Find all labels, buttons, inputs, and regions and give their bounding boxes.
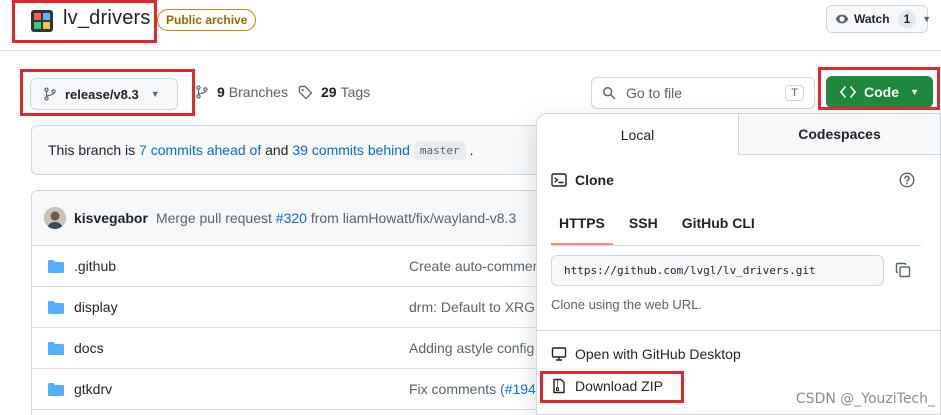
- file-name[interactable]: docs: [74, 340, 104, 356]
- header-divider: [0, 50, 941, 51]
- watch-label: Watch: [854, 12, 890, 26]
- clone-title-text: Clone: [575, 172, 614, 188]
- folder-icon: [48, 341, 64, 355]
- branches-label: Branches: [228, 84, 288, 100]
- commit-author[interactable]: kisvegabor: [74, 210, 148, 226]
- branches-link[interactable]: 9 Branches: [195, 84, 288, 100]
- file-commit-message[interactable]: Adding astyle config: [409, 340, 534, 356]
- protocol-divider: [551, 245, 921, 246]
- file-table: kisvegabor Merge pull request #320 from …: [31, 190, 546, 415]
- table-row[interactable]: display drm: Default to XRGB: [32, 287, 545, 328]
- repo-name[interactable]: lv_drivers: [63, 7, 151, 30]
- file-name[interactable]: gtkdrv: [74, 381, 112, 397]
- commits-behind-link[interactable]: 39 commits behind: [292, 142, 410, 158]
- table-row[interactable]: gtkdrv Fix comments (#194): [32, 369, 545, 410]
- clone-url-field[interactable]: https://github.com/lvgl/lv_drivers.git: [551, 255, 884, 286]
- code-label: Code: [864, 84, 899, 100]
- code-dropdown-panel: Local Codespaces Clone HTTPS SSH GitHub …: [536, 113, 941, 415]
- branch-status-bar: This branch is 7 commits ahead of and 39…: [31, 125, 541, 175]
- tab-codespaces[interactable]: Codespaces: [739, 114, 940, 154]
- commit-message[interactable]: Merge pull request #320 from liamHowatt/…: [156, 210, 516, 226]
- file-name[interactable]: .github: [74, 258, 116, 274]
- go-to-file-input[interactable]: Go to file T: [591, 77, 815, 109]
- tags-link[interactable]: 29 Tags: [298, 84, 370, 100]
- clone-hint: Clone using the web URL.: [551, 297, 703, 312]
- commit-message-prefix: Merge pull request: [155, 210, 272, 226]
- branch-selector-button[interactable]: release/v8.3 ▼: [30, 78, 178, 110]
- chevron-down-icon: ▼: [150, 89, 160, 99]
- open-github-desktop-item[interactable]: Open with GitHub Desktop: [551, 346, 741, 362]
- chevron-down-icon: ▼: [922, 14, 932, 24]
- tab-github-cli[interactable]: GitHub CLI: [674, 209, 763, 245]
- clone-heading: Clone: [551, 172, 614, 188]
- ahead-middle: and: [265, 142, 289, 158]
- commit-message-suffix: from liamHowatt/fix/wayland-v8.3: [310, 210, 517, 226]
- file-commit-message[interactable]: drm: Default to XRGB: [409, 299, 544, 315]
- tab-https[interactable]: HTTPS: [551, 209, 613, 245]
- folder-icon: [48, 300, 64, 314]
- ahead-suffix: .: [469, 142, 474, 158]
- base-branch-label[interactable]: master: [413, 140, 466, 160]
- tab-ssh[interactable]: SSH: [621, 209, 666, 245]
- watch-button[interactable]: Watch 1 ▼: [826, 5, 932, 33]
- file-commit-message[interactable]: Create auto-commen: [409, 258, 541, 274]
- pull-request-link[interactable]: #320: [276, 210, 307, 226]
- watch-count: 1: [897, 10, 917, 28]
- tag-icon: [298, 85, 313, 100]
- folder-icon: [48, 382, 64, 396]
- dropdown-divider: [537, 330, 940, 331]
- table-row[interactable]: .github Create auto-commen: [32, 246, 545, 287]
- issue-link[interactable]: #194: [505, 381, 536, 397]
- open-desktop-label: Open with GitHub Desktop: [575, 346, 741, 362]
- tab-local[interactable]: Local: [537, 114, 739, 155]
- branch-icon: [195, 85, 209, 99]
- shortcut-key: T: [785, 85, 804, 101]
- file-commit-message[interactable]: Fix comments (#194): [409, 381, 541, 397]
- folder-icon: [48, 259, 64, 273]
- download-zip-label: Download ZIP: [575, 378, 663, 394]
- file-name[interactable]: display: [74, 299, 118, 315]
- tags-count: 29: [321, 84, 337, 100]
- copy-icon[interactable]: [895, 262, 911, 278]
- desktop-download-icon: [551, 347, 567, 361]
- download-zip-item[interactable]: Download ZIP: [551, 378, 663, 394]
- commits-ahead-link[interactable]: 7 commits ahead of: [139, 142, 261, 158]
- dropdown-tabs: Local Codespaces: [537, 114, 940, 155]
- watermark: CSDN @_YouziTech_: [795, 391, 935, 407]
- question-icon[interactable]: [899, 172, 915, 188]
- eye-icon: [835, 12, 849, 26]
- repo-logo-icon: [31, 10, 53, 32]
- branch-icon: [43, 87, 57, 101]
- protocol-tabs: HTTPS SSH GitHub CLI: [551, 209, 771, 245]
- code-button[interactable]: Code ▼: [826, 76, 933, 108]
- search-icon: [602, 86, 616, 100]
- avatar[interactable]: [44, 207, 66, 229]
- file-commit-message-text: Fix comments (: [409, 381, 505, 397]
- file-zip-icon: [553, 378, 565, 394]
- chevron-down-icon: ▼: [910, 87, 919, 97]
- terminal-icon: [551, 172, 567, 188]
- branches-count: 9: [217, 84, 225, 100]
- go-to-file-placeholder: Go to file: [626, 85, 683, 101]
- table-row[interactable]: docs Adding astyle config: [32, 328, 545, 369]
- tags-label: Tags: [340, 84, 371, 100]
- public-archive-badge: Public archive: [157, 9, 257, 31]
- code-icon: [840, 85, 856, 99]
- ahead-prefix: This branch is: [48, 142, 136, 158]
- branch-name: release/v8.3: [65, 86, 139, 102]
- latest-commit-row: kisvegabor Merge pull request #320 from …: [32, 191, 545, 246]
